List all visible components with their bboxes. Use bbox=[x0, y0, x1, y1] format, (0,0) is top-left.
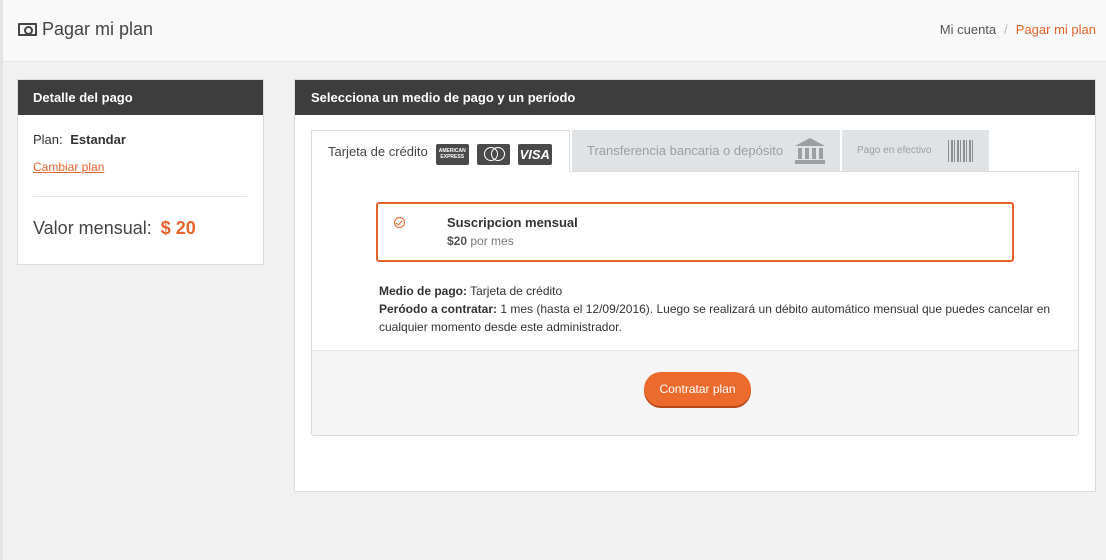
payment-method-line: Medio de pago: Tarjeta de crédito bbox=[379, 282, 1069, 300]
tab-credit-card-label: Tarjeta de crédito bbox=[328, 143, 428, 159]
mastercard-circle-right bbox=[490, 147, 505, 161]
window-edge bbox=[0, 0, 3, 560]
payment-info: Medio de pago: Tarjeta de crédito Peróod… bbox=[379, 282, 1069, 336]
subscription-price: $20 por mes bbox=[447, 234, 514, 248]
plan-label: Plan: bbox=[33, 132, 63, 147]
monthly-value: $ 20 bbox=[160, 218, 196, 238]
monthly-label: Valor mensual: bbox=[33, 218, 152, 238]
top-bar: Pagar mi plan Mi cuenta / Pagar mi plan bbox=[3, 0, 1106, 62]
amex-logo: AMERICAN EXPRESS bbox=[435, 143, 469, 165]
payment-period-label: Peróodo a contratar: bbox=[379, 302, 498, 316]
tab-cash-label: Pago en efectivo bbox=[857, 145, 932, 156]
breadcrumb-mi-cuenta[interactable]: Mi cuenta bbox=[940, 22, 996, 37]
plan-name: Estandar bbox=[70, 132, 126, 147]
credit-card-tab-content: Suscripcion mensual $20 por mes Medio de… bbox=[311, 171, 1079, 436]
subscription-option[interactable]: Suscripcion mensual $20 por mes bbox=[376, 202, 1014, 262]
subscription-period: por mes bbox=[470, 234, 514, 248]
subscription-price-value: $20 bbox=[447, 234, 468, 248]
plan-row: Plan: Estandar bbox=[33, 132, 126, 147]
tab-cash[interactable]: Pago en efectivo bbox=[842, 130, 989, 171]
monthly-value-row: Valor mensual: $ 20 bbox=[33, 218, 196, 239]
mastercard-logo bbox=[476, 143, 510, 165]
breadcrumb-separator: / bbox=[1004, 22, 1008, 37]
card-logos: AMERICAN EXPRESS VISA bbox=[435, 143, 552, 165]
visa-logo: VISA bbox=[517, 143, 552, 165]
payment-tabs: Tarjeta de crédito AMERICAN EXPRESS VISA… bbox=[311, 130, 989, 172]
money-icon bbox=[18, 23, 37, 36]
breadcrumb: Mi cuenta / Pagar mi plan bbox=[940, 22, 1096, 37]
tab-bank-transfer-label: Transferencia bancaria o depósito bbox=[587, 143, 784, 158]
payment-period-line: Peróodo a contratar: 1 mes (hasta el 12/… bbox=[379, 300, 1069, 336]
payment-detail-panel: Detalle del pago Plan: Estandar Cambiar … bbox=[17, 79, 264, 265]
breadcrumb-current: Pagar mi plan bbox=[1015, 22, 1096, 37]
change-plan-link[interactable]: Cambiar plan bbox=[33, 160, 104, 174]
tab-credit-card[interactable]: Tarjeta de crédito AMERICAN EXPRESS VISA bbox=[311, 130, 570, 172]
page-title-text: Pagar mi plan bbox=[42, 19, 154, 39]
tab-bank-transfer[interactable]: Transferencia bancaria o depósito bbox=[572, 130, 840, 171]
check-circle-icon bbox=[394, 217, 405, 228]
bank-icon bbox=[795, 137, 825, 164]
payment-method-panel: Selecciona un medio de pago y un período… bbox=[294, 79, 1096, 492]
payment-method-card: Tarjeta de crédito AMERICAN EXPRESS VISA… bbox=[311, 130, 1079, 436]
payment-method-heading: Selecciona un medio de pago y un período bbox=[295, 80, 1095, 115]
contratar-plan-button[interactable]: Contratar plan bbox=[644, 372, 751, 406]
barcode-icon bbox=[948, 139, 974, 162]
page-title: Pagar mi plan bbox=[18, 19, 153, 40]
payment-method-value: Tarjeta de crédito bbox=[470, 284, 563, 298]
subscription-title: Suscripcion mensual bbox=[447, 215, 578, 230]
submit-area: Contratar plan bbox=[312, 350, 1078, 435]
payment-detail-heading: Detalle del pago bbox=[18, 80, 263, 115]
divider bbox=[33, 196, 247, 197]
payment-method-label: Medio de pago: bbox=[379, 284, 467, 298]
